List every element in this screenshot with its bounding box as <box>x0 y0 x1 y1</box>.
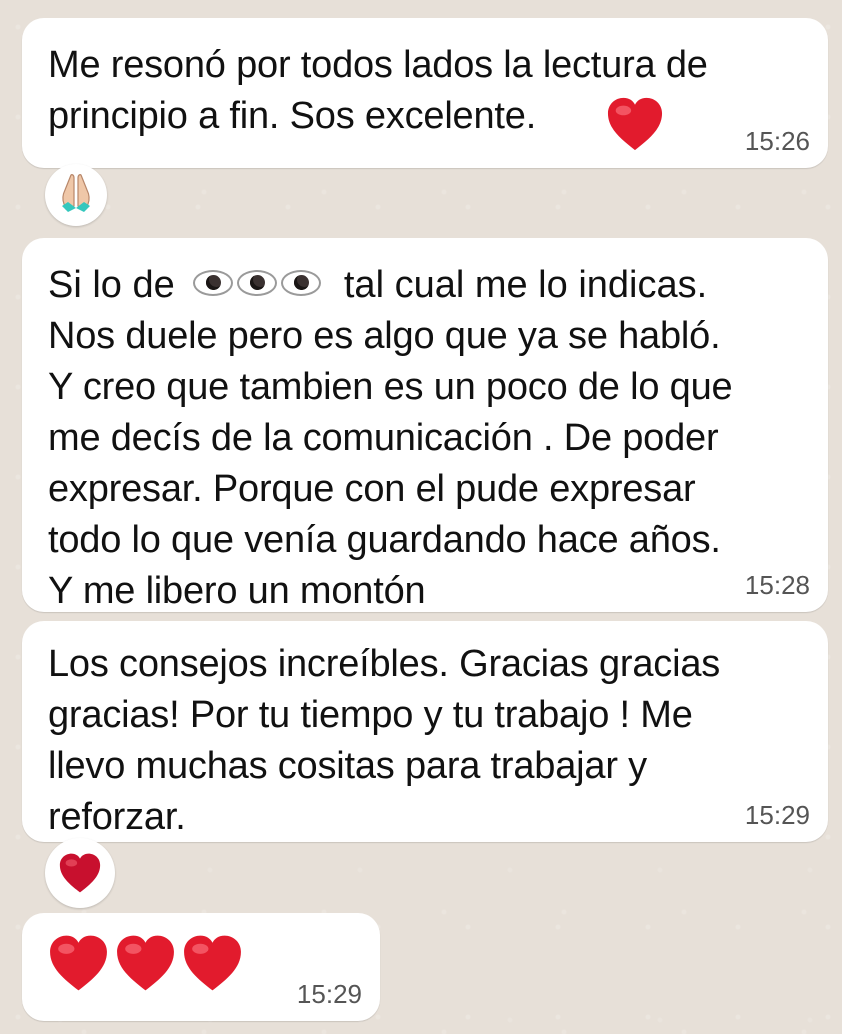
red-heart-icon <box>604 96 666 166</box>
message-time: 15:28 <box>744 570 810 600</box>
message-text: Me resonó por todos lados la lectura de … <box>48 44 708 137</box>
message-text: Los consejos increíbles. Gracias gracias… <box>48 643 721 838</box>
reaction-badge-2[interactable] <box>45 838 115 908</box>
message-line-1-before: Si lo de <box>48 264 175 306</box>
message-text: Nos duele pero es algo que ya se habló. … <box>48 315 733 612</box>
message-time: 15:29 <box>296 979 362 1009</box>
message-time: 15:26 <box>744 126 810 156</box>
message-line-1-after: tal cual me lo indicas. <box>343 264 708 306</box>
message-bubble-2[interactable]: Si lo de tal cual me lo indicas. Nos due… <box>22 238 828 612</box>
folded-hands-icon <box>56 173 96 218</box>
message-bubble-1[interactable]: Me resonó por todos lados la lectura de … <box>22 18 828 168</box>
message-bubble-4[interactable]: 15:29 <box>22 913 380 1021</box>
three-red-hearts-icon <box>46 933 245 993</box>
reaction-badge-1[interactable] <box>45 164 107 226</box>
chat-thread: Me resonó por todos lados la lectura de … <box>0 0 842 1034</box>
message-bubble-3[interactable]: Los consejos increíbles. Gracias gracias… <box>22 621 828 842</box>
message-time: 15:29 <box>744 800 810 830</box>
eyes-icon <box>193 269 322 296</box>
heart-reaction-icon <box>57 852 103 894</box>
